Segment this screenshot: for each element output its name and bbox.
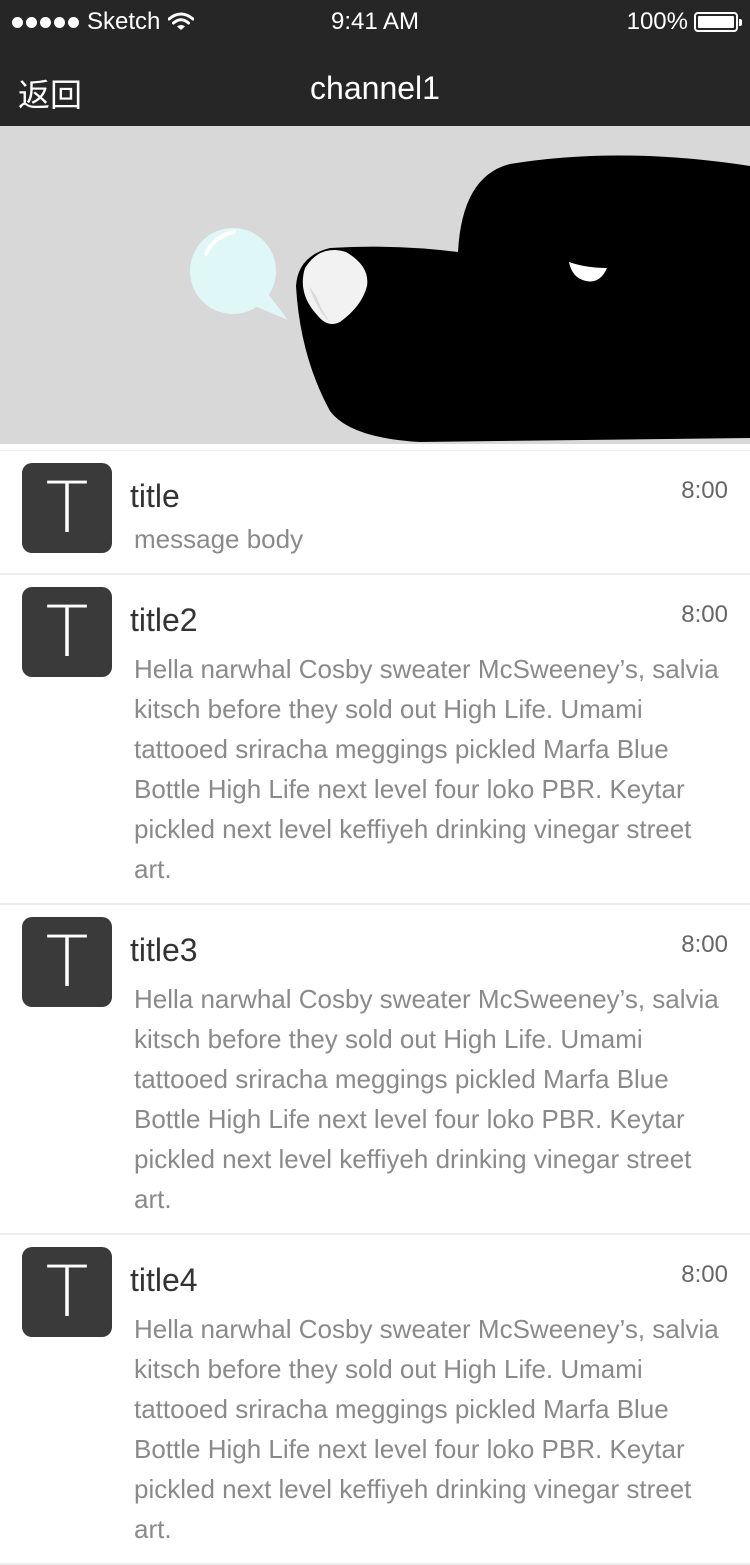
battery-icon (694, 12, 742, 32)
list-item[interactable]: T title3 8:00 Hella narwhal Cosby sweate… (0, 905, 750, 1235)
page-title: channel1 (310, 70, 440, 106)
item-time: 8:00 (681, 1261, 728, 1288)
speech-bubble-icon (190, 228, 288, 320)
item-body: Hella narwhal Cosby sweater McSweeney’s,… (134, 1314, 719, 1544)
item-body: Hella narwhal Cosby sweater McSweeney’s,… (134, 984, 719, 1214)
status-right: 100% (626, 8, 742, 36)
item-body: message body (134, 524, 304, 554)
item-time: 8:00 (681, 477, 728, 504)
list-item[interactable]: T title2 8:00 Hella narwhal Cosby sweate… (0, 575, 750, 905)
item-title: title2 (130, 602, 198, 638)
list-item[interactable]: T title4 8:00 Hella narwhal Cosby sweate… (0, 1235, 750, 1565)
item-title: title3 (130, 932, 198, 968)
item-time: 8:00 (681, 931, 728, 958)
navigation-bar: 返回 channel1 (0, 44, 750, 126)
item-time: 8:00 (681, 601, 728, 628)
item-title: title (130, 478, 180, 514)
avatar: T (22, 587, 112, 677)
battery-percentage: 100% (626, 8, 688, 35)
item-title: title4 (130, 1262, 198, 1298)
dog-head-icon (296, 155, 750, 442)
status-bar: Sketch 9:41 AM 100% (0, 0, 750, 44)
avatar: T (22, 917, 112, 1007)
list-item[interactable]: T title 8:00 message body (0, 451, 750, 575)
avatar: T (22, 1247, 112, 1337)
banner-image (0, 126, 750, 444)
dog-bubble-illustration (190, 155, 750, 442)
item-body: Hella narwhal Cosby sweater McSweeney’s,… (134, 654, 719, 884)
message-list: T title 8:00 message body T title2 8:00 … (0, 450, 750, 1565)
avatar: T (22, 463, 112, 553)
